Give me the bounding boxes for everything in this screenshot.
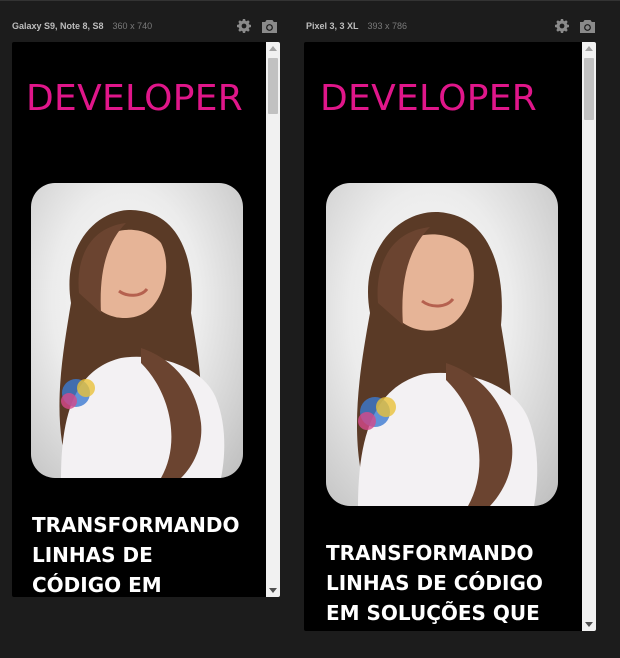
tagline-line: EM SOLUÇÕES QUE (326, 601, 540, 625)
device-header: Pixel 3, 3 XL 393 x 786 (306, 10, 596, 42)
device-dimensions: 393 x 786 (367, 21, 408, 31)
device-preview-galaxy: Galaxy S9, Note 8, S8 360 x 740 DEVELOPE… (12, 10, 280, 597)
page-heading: DEVELOPER (26, 78, 244, 119)
scroll-down-arrow[interactable] (269, 588, 277, 593)
tagline-line: CÓDIGO EM (32, 573, 162, 597)
device-screen[interactable]: DEVELOPER TRANSFORMANDO LINHAS DE CÓDIGO… (12, 42, 280, 597)
scroll-down-arrow[interactable] (585, 622, 593, 627)
device-dimensions: 360 x 740 (112, 21, 153, 31)
hero-tagline: TRANSFORMANDO LINHAS DE CÓDIGO EM (32, 510, 239, 597)
profile-photo-image (356, 212, 538, 506)
scroll-up-arrow[interactable] (269, 46, 277, 51)
tagline-line: LINHAS DE (32, 543, 153, 567)
profile-photo (326, 183, 558, 506)
camera-icon[interactable] (260, 17, 278, 35)
vertical-scrollbar[interactable] (266, 42, 280, 597)
tagline-line: TRANSFORMANDO (32, 513, 240, 537)
profile-photo (31, 183, 243, 478)
gear-icon[interactable] (553, 17, 571, 35)
tagline-line: LINHAS DE CÓDIGO (326, 571, 543, 595)
hero-tagline: TRANSFORMANDO LINHAS DE CÓDIGO EM SOLUÇÕ… (326, 538, 543, 628)
page-heading: DEVELOPER (320, 78, 538, 119)
toolbar-divider (0, 0, 620, 1)
scrollbar-thumb[interactable] (268, 58, 278, 114)
gear-icon[interactable] (235, 17, 253, 35)
device-header: Galaxy S9, Note 8, S8 360 x 740 (12, 10, 278, 42)
profile-photo-image (59, 209, 225, 478)
device-actions (235, 17, 278, 35)
scroll-up-arrow[interactable] (585, 46, 593, 51)
tagline-line: TRANSFORMANDO (326, 541, 534, 565)
vertical-scrollbar[interactable] (582, 42, 596, 631)
device-name: Galaxy S9, Note 8, S8 (12, 21, 104, 31)
scrollbar-thumb[interactable] (584, 58, 594, 120)
camera-icon[interactable] (578, 17, 596, 35)
device-preview-pixel: Pixel 3, 3 XL 393 x 786 DEVELOPER TRANSF… (304, 10, 596, 631)
device-screen[interactable]: DEVELOPER TRANSFORMANDO LINHAS DE CÓDIGO… (304, 42, 596, 631)
device-actions (553, 17, 596, 35)
device-name: Pixel 3, 3 XL (306, 21, 359, 31)
